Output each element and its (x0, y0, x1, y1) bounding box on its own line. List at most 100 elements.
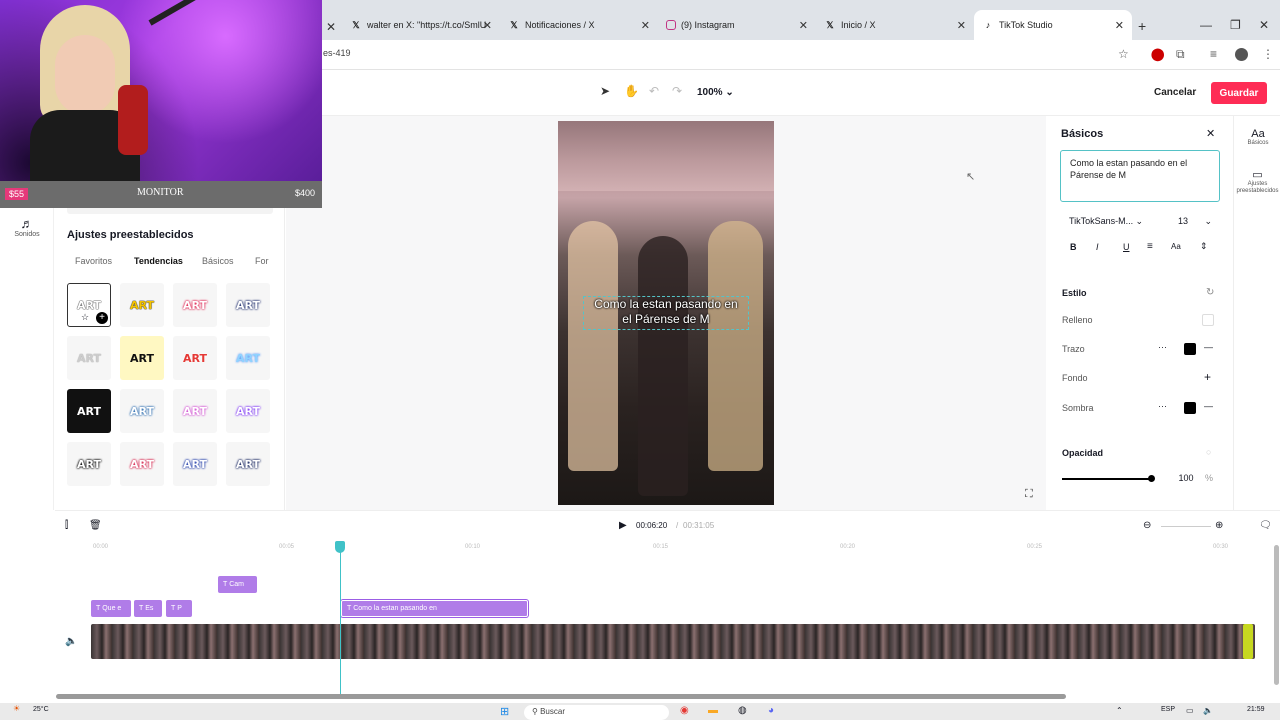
display-icon[interactable]: ▭ (1186, 706, 1194, 715)
preset-tile[interactable]: ART (67, 442, 111, 486)
underline-button[interactable]: U (1123, 242, 1130, 252)
close-tab-icon[interactable]: ✕ (326, 20, 336, 34)
zoom-select[interactable]: 100% ⌄ (697, 87, 734, 98)
tab-walter[interactable]: 𝕏 walter en X: "https://t.co/SmlU ✕ (342, 10, 500, 40)
more-icon[interactable]: ··· (1158, 342, 1167, 352)
preset-tile[interactable]: ART (120, 336, 164, 380)
font-select[interactable]: TikTokSans-M... ⌄ (1061, 212, 1151, 230)
font-size-select[interactable]: 13 ⌄ (1170, 212, 1220, 230)
fullscreen-icon[interactable]: ⛶ (1025, 488, 1033, 501)
zoom-slider[interactable] (1161, 526, 1211, 527)
sidebar-item-sonidos[interactable]: ♬ Sonidos (0, 216, 54, 238)
extension-icon[interactable]: ⬤ (1151, 47, 1164, 61)
playhead-handle[interactable] (335, 541, 345, 553)
vertical-scrollbar[interactable] (1274, 545, 1279, 685)
shadow-swatch[interactable] (1184, 402, 1196, 414)
star-icon[interactable]: ☆ (1118, 47, 1129, 61)
tab-inicio[interactable]: 𝕏 Inicio / X ✕ (816, 10, 974, 40)
video-clip-end[interactable] (1243, 624, 1253, 659)
tab-tendencias[interactable]: Tendencias (134, 256, 183, 266)
preset-tile[interactable]: ART (173, 442, 217, 486)
tab-favoritos[interactable]: Favoritos (75, 256, 112, 266)
taskbar-search[interactable]: ⚲ Buscar (524, 705, 669, 720)
preset-tile[interactable]: ART (67, 336, 111, 380)
rail-item-presets[interactable]: ▭ Ajustes preestablecidos (1234, 168, 1280, 195)
chrome-icon[interactable]: ◉ (680, 705, 689, 716)
comment-icon[interactable]: 🗨 (1259, 520, 1272, 531)
tab-fonts[interactable]: For (255, 256, 269, 266)
save-button[interactable]: Guardar (1211, 82, 1267, 104)
restore-icon[interactable]: ❐ (1230, 18, 1241, 32)
opacity-slider[interactable] (1062, 475, 1156, 482)
undo-icon[interactable]: ↶ (649, 84, 659, 98)
hand-icon[interactable]: ✋ (624, 84, 639, 98)
new-tab-icon[interactable]: + (1138, 18, 1146, 34)
preset-tile[interactable]: ART (226, 389, 270, 433)
italic-button[interactable]: I (1096, 242, 1099, 252)
preset-tile[interactable]: ART (173, 336, 217, 380)
remove-icon[interactable]: — (1204, 401, 1213, 411)
media-icon[interactable]: ≡ (1210, 47, 1217, 61)
add-icon[interactable]: + (1204, 370, 1211, 384)
text-clip-selected[interactable]: T Como la estan pasando en (341, 600, 528, 617)
close-tab-icon[interactable]: ✕ (957, 19, 966, 32)
puzzle-icon[interactable]: ⧉ (1176, 47, 1185, 62)
star-icon[interactable]: ☆ (81, 312, 89, 323)
minimize-icon[interactable]: — (1200, 18, 1212, 32)
close-tab-icon[interactable]: ✕ (641, 19, 650, 32)
text-clip[interactable]: T Que e (91, 600, 131, 617)
opacity-value[interactable]: 100 (1172, 473, 1200, 483)
text-clip[interactable]: T Es (134, 600, 162, 617)
preset-tile[interactable]: ART (120, 442, 164, 486)
zoom-in-icon[interactable]: ⊕ (1215, 520, 1223, 531)
tab-tiktok-studio[interactable]: ♪ TikTok Studio ✕ (974, 10, 1132, 40)
menu-icon[interactable]: ⋮ (1262, 47, 1274, 61)
discord-icon[interactable]: ◕ (768, 705, 774, 716)
redo-icon[interactable]: ↷ (672, 84, 682, 98)
language[interactable]: ESP (1161, 706, 1175, 713)
preset-tile[interactable]: ART (173, 389, 217, 433)
reset-icon[interactable]: ↻ (1206, 287, 1214, 298)
volume-icon[interactable]: 🔈 (65, 636, 77, 647)
caption-text-box[interactable]: Como la estan pasando en el Párense de M (583, 296, 749, 330)
tab-notificaciones[interactable]: 𝕏 Notificaciones / X ✕ (500, 10, 658, 40)
reset-icon[interactable]: ○ (1206, 447, 1211, 457)
text-clip[interactable]: T Cam (218, 576, 257, 593)
pointer-icon[interactable]: ➤ (600, 84, 610, 98)
video-track[interactable] (91, 624, 1255, 659)
preset-tile[interactable]: ART (67, 389, 111, 433)
stroke-swatch[interactable] (1184, 343, 1196, 355)
more-icon[interactable]: ··· (1158, 401, 1167, 411)
close-icon[interactable]: ✕ (1206, 127, 1215, 140)
close-window-icon[interactable]: ✕ (1259, 18, 1269, 32)
preset-tile[interactable]: ART (173, 283, 217, 327)
zoom-out-icon[interactable]: ⊖ (1143, 520, 1151, 531)
close-tab-icon[interactable]: ✕ (1115, 19, 1124, 32)
cancel-button[interactable]: Cancelar (1154, 87, 1196, 98)
playhead[interactable] (340, 544, 341, 694)
text-input[interactable]: Como la estan pasando en el Párense de M (1060, 150, 1220, 202)
rail-item-basicos[interactable]: Aa Básicos (1236, 128, 1280, 158)
horizontal-scrollbar[interactable] (56, 694, 1066, 699)
opacity-slider-handle[interactable] (1148, 475, 1156, 482)
avatar[interactable] (1235, 48, 1248, 61)
case-button[interactable]: Aa (1171, 242, 1181, 251)
url-field[interactable]: es-419 (323, 48, 351, 58)
add-preset-icon[interactable]: + (96, 312, 108, 324)
split-icon[interactable]: ⫿ (65, 520, 68, 531)
preset-tile[interactable]: ART (120, 283, 164, 327)
delete-icon[interactable]: 🗑 (89, 520, 102, 531)
volume-icon[interactable]: 🔈 (1203, 706, 1213, 715)
preset-tile[interactable]: ART (226, 442, 270, 486)
align-icon[interactable]: ≡ (1147, 241, 1153, 252)
windows-start-icon[interactable]: ⊞ (500, 705, 509, 718)
close-tab-icon[interactable]: ✕ (799, 19, 808, 32)
preset-tile[interactable]: ART (226, 283, 270, 327)
text-clip[interactable]: T P (166, 600, 192, 617)
preset-tile[interactable]: ART (120, 389, 164, 433)
folder-icon[interactable]: ▬ (708, 705, 718, 716)
app-icon[interactable]: ◍ (738, 705, 747, 716)
tab-basicos[interactable]: Básicos (202, 256, 234, 266)
chevron-up-icon[interactable]: ⌃ (1116, 706, 1123, 715)
spacing-icon[interactable]: ⇕ (1200, 241, 1208, 252)
